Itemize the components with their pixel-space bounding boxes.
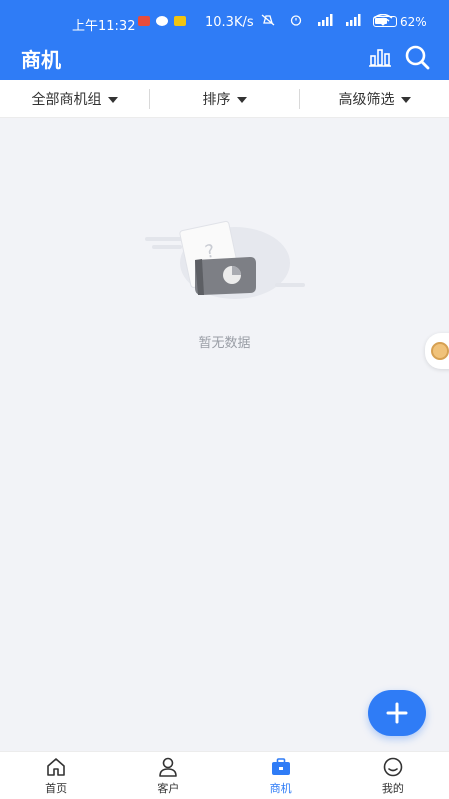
- app-screen: 上午11:32 10.3K/s 62% 商机 全部商机组 排序 高级筛选 ? 暂…: [0, 0, 449, 799]
- app-notification-icon: [174, 16, 186, 26]
- tab-label: 客户: [157, 781, 180, 795]
- tab-mine[interactable]: 我的: [337, 752, 449, 799]
- status-time: 上午11:32: [72, 19, 136, 34]
- app-notification-icon: [156, 16, 168, 26]
- signal-icon: [346, 14, 361, 26]
- status-bar: 上午11:32 10.3K/s 62%: [0, 0, 449, 40]
- page-title: 商机: [21, 48, 61, 72]
- battery-icon: [373, 16, 397, 27]
- home-icon: [47, 757, 65, 776]
- signal-icon: [318, 14, 333, 26]
- app-notification-icon: [138, 16, 150, 26]
- coin-icon: [431, 342, 449, 360]
- mute-icon: [261, 14, 275, 26]
- filter-label: 高级筛选: [338, 91, 395, 108]
- tab-label: 我的: [381, 781, 404, 795]
- floating-side-widget[interactable]: [425, 333, 449, 369]
- caret-down-icon: [236, 96, 247, 103]
- top-bar: 上午11:32 10.3K/s 62% 商机: [0, 0, 449, 80]
- add-opportunity-button[interactable]: [368, 690, 426, 736]
- tab-customers[interactable]: 客户: [112, 752, 224, 799]
- filter-bar: 全部商机组 排序 高级筛选: [0, 80, 449, 118]
- filter-advanced[interactable]: 高级筛选: [300, 89, 449, 109]
- search-icon[interactable]: [404, 44, 430, 70]
- tab-opportunities[interactable]: 商机: [225, 752, 337, 799]
- caret-down-icon: [107, 96, 118, 103]
- status-net-speed: 10.3K/s: [205, 15, 254, 30]
- briefcase-icon: [271, 757, 290, 775]
- smiley-icon: [383, 757, 403, 776]
- bottom-tab-bar: 首页 客户 商机 我的: [0, 751, 449, 799]
- empty-state-text: 暂无数据: [198, 336, 251, 351]
- filter-sort[interactable]: 排序: [150, 89, 299, 109]
- tab-label: 首页: [45, 781, 68, 795]
- battery-percent: 62%: [400, 15, 427, 29]
- notification-icons: [138, 16, 186, 26]
- filter-label: 排序: [202, 91, 231, 108]
- filter-opportunity-group[interactable]: 全部商机组: [0, 89, 149, 109]
- bar-chart-icon[interactable]: [368, 46, 392, 68]
- alarm-icon: [290, 15, 302, 26]
- tab-home[interactable]: 首页: [0, 752, 112, 799]
- user-icon: [159, 757, 178, 777]
- plus-icon: [386, 702, 408, 724]
- filter-label: 全部商机组: [31, 91, 102, 108]
- caret-down-icon: [400, 96, 411, 103]
- empty-illustration: ?: [145, 220, 305, 299]
- tab-label: 商机: [269, 781, 292, 795]
